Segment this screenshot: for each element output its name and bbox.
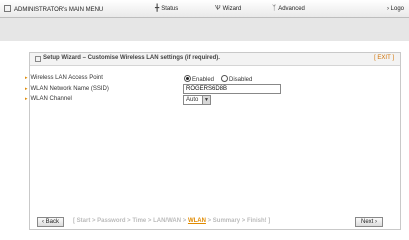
- steps-after: > Summary > Finish! ]: [205, 218, 271, 224]
- wizard-link[interactable]: Ѱ Wizard: [215, 5, 241, 13]
- chevron-down-icon[interactable]: ▼: [202, 96, 210, 104]
- channel-select[interactable]: Auto ▼: [183, 95, 211, 105]
- disabled-label: Disabled: [229, 77, 253, 83]
- next-button[interactable]: Next ›: [355, 217, 383, 227]
- main-menu-label: ADMINISTRATOR's MAIN MENU: [14, 7, 104, 13]
- disabled-radio[interactable]: Disabled: [221, 75, 252, 83]
- panel-header: Setup Wizard – Customise Wireless LAN se…: [30, 53, 400, 66]
- menu-square-icon: [4, 5, 11, 12]
- access-point-label: Wireless LAN Access Point: [30, 75, 103, 81]
- advanced-label: Advanced: [278, 6, 305, 12]
- status-label: Status: [161, 6, 179, 12]
- main-menu-link[interactable]: ADMINISTRATOR's MAIN MENU: [4, 5, 103, 14]
- panel-title: Setup Wizard – Customise Wireless LAN se…: [43, 55, 220, 61]
- status-icon: ╋: [155, 5, 160, 12]
- steps-current[interactable]: WLAN: [188, 218, 206, 224]
- ssid-label: WLAN Network Name (SSID): [30, 86, 109, 92]
- top-navigation-bar: ADMINISTRATOR's MAIN MENU ╋ Status Ѱ Wizar…: [0, 0, 409, 18]
- bullet-arrow-icon: ▸: [25, 96, 28, 102]
- ssid-input[interactable]: ROGERS6D8B: [183, 84, 281, 94]
- wizard-label: Wizard: [222, 6, 242, 12]
- channel-value: Auto: [186, 97, 199, 103]
- exit-link[interactable]: [ EXIT ]: [374, 55, 394, 61]
- channel-row: ▸ WLAN Channel: [25, 96, 72, 102]
- advanced-icon: ᛉ: [272, 5, 277, 12]
- collapse-square-icon: [35, 56, 41, 62]
- logout-link[interactable]: › Logo: [387, 5, 404, 13]
- wizard-steps: [ Start > Password > Time > LAN/WAN > WL…: [73, 218, 270, 224]
- access-point-row: ▸ Wireless LAN Access Point: [25, 75, 103, 81]
- header-band: [0, 18, 409, 41]
- radio-selected-icon: [184, 75, 191, 82]
- wizard-icon: Ѱ: [215, 5, 221, 12]
- bullet-arrow-icon: ▸: [25, 75, 28, 81]
- enabled-radio[interactable]: Enabled: [184, 75, 214, 83]
- ssid-row: ▸ WLAN Network Name (SSID): [25, 86, 109, 92]
- back-button[interactable]: ‹ Back: [37, 217, 64, 227]
- radio-unselected-icon: [221, 75, 228, 82]
- status-link[interactable]: ╋ Status: [155, 5, 178, 13]
- bullet-arrow-icon: ▸: [25, 86, 28, 92]
- advanced-link[interactable]: ᛉ Advanced: [272, 5, 305, 13]
- enabled-label: Enabled: [192, 77, 215, 83]
- steps-before: [ Start > Password > Time > LAN/WAN >: [73, 218, 188, 224]
- channel-label: WLAN Channel: [30, 96, 72, 102]
